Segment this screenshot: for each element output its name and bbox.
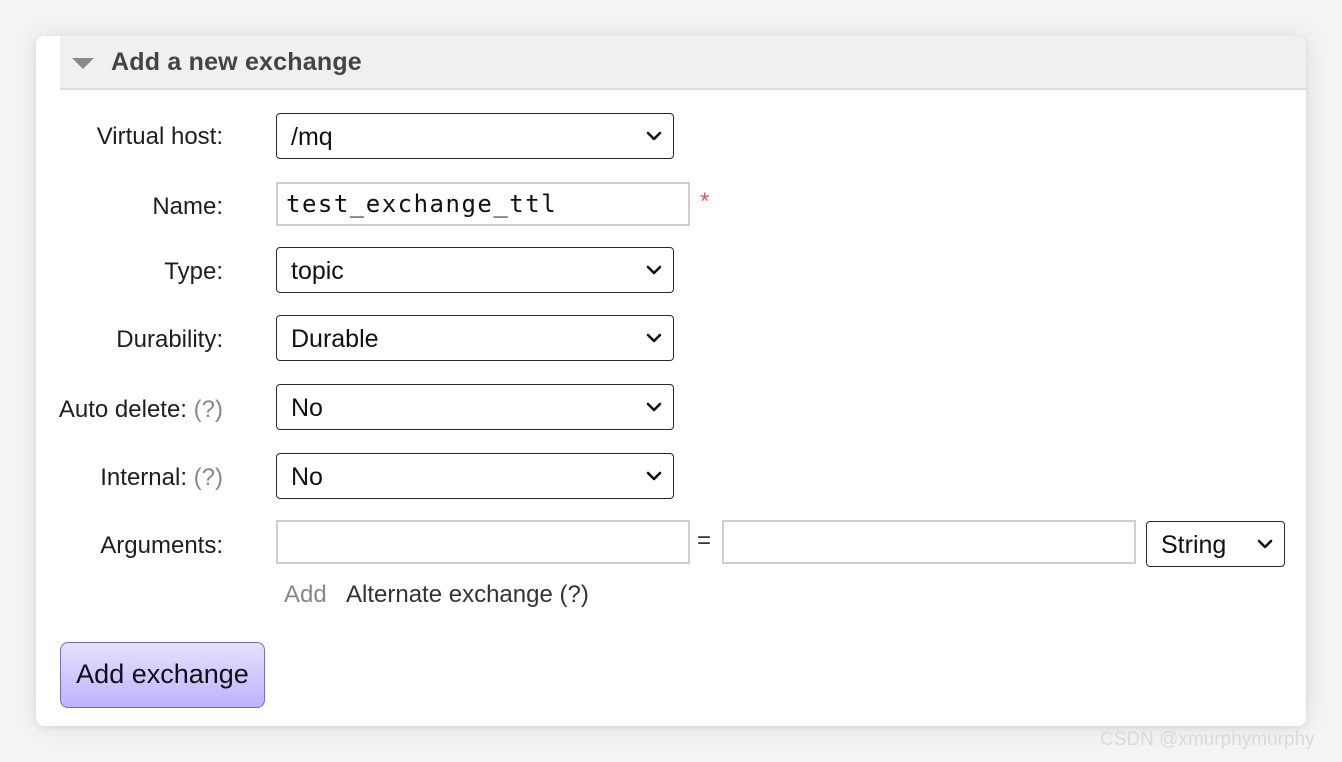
auto-delete-help-link[interactable]: (?): [194, 396, 223, 423]
chevron-down-icon: [646, 471, 662, 481]
alternate-exchange-link[interactable]: Alternate exchange (?): [346, 581, 589, 609]
internal-value: No: [291, 463, 323, 491]
name-label: Name:: [152, 193, 223, 220]
argument-value-input[interactable]: [722, 520, 1136, 564]
internal-label-text: Internal:: [100, 464, 187, 491]
internal-label: Internal: (?): [100, 464, 223, 492]
internal-help-link[interactable]: (?): [194, 464, 223, 491]
internal-select[interactable]: No: [276, 453, 674, 499]
section-header[interactable]: Add a new exchange: [60, 36, 1306, 90]
auto-delete-label: Auto delete: (?): [59, 396, 223, 424]
type-value: topic: [291, 257, 344, 285]
argument-type-value: String: [1161, 531, 1227, 559]
type-select[interactable]: topic: [276, 247, 674, 293]
auto-delete-select[interactable]: No: [276, 384, 674, 430]
required-asterisk: *: [700, 188, 710, 215]
auto-delete-label-text: Auto delete:: [58, 396, 187, 423]
collapse-triangle-icon[interactable]: [72, 58, 94, 69]
argument-type-select[interactable]: String: [1146, 521, 1285, 567]
virtual-host-value: /mq: [291, 123, 333, 151]
virtual-host-select[interactable]: /mq: [276, 113, 674, 159]
durability-select[interactable]: Durable: [276, 315, 674, 361]
add-exchange-button[interactable]: Add exchange: [60, 642, 265, 708]
virtual-host-label: Virtual host:: [96, 123, 223, 150]
equals-sign: =: [697, 527, 712, 554]
name-value: test_exchange_ttl: [286, 190, 558, 218]
durability-label: Durability:: [116, 326, 223, 353]
arguments-label: Arguments:: [100, 532, 223, 559]
watermark: CSDN @xmurphymurphy: [1100, 729, 1315, 750]
argument-key-input[interactable]: [276, 520, 690, 564]
chevron-down-icon: [646, 402, 662, 412]
chevron-down-icon: [646, 333, 662, 343]
add-argument-link[interactable]: Add: [284, 581, 327, 609]
add-exchange-panel: Add a new exchange Virtual host: /mq Nam…: [36, 36, 1306, 726]
section-title: Add a new exchange: [111, 48, 362, 76]
chevron-down-icon: [646, 265, 662, 275]
name-input[interactable]: test_exchange_ttl: [276, 182, 690, 226]
type-label: Type:: [164, 258, 223, 285]
durability-value: Durable: [291, 325, 379, 353]
auto-delete-value: No: [291, 394, 323, 422]
chevron-down-icon: [1257, 539, 1273, 549]
chevron-down-icon: [646, 131, 662, 141]
